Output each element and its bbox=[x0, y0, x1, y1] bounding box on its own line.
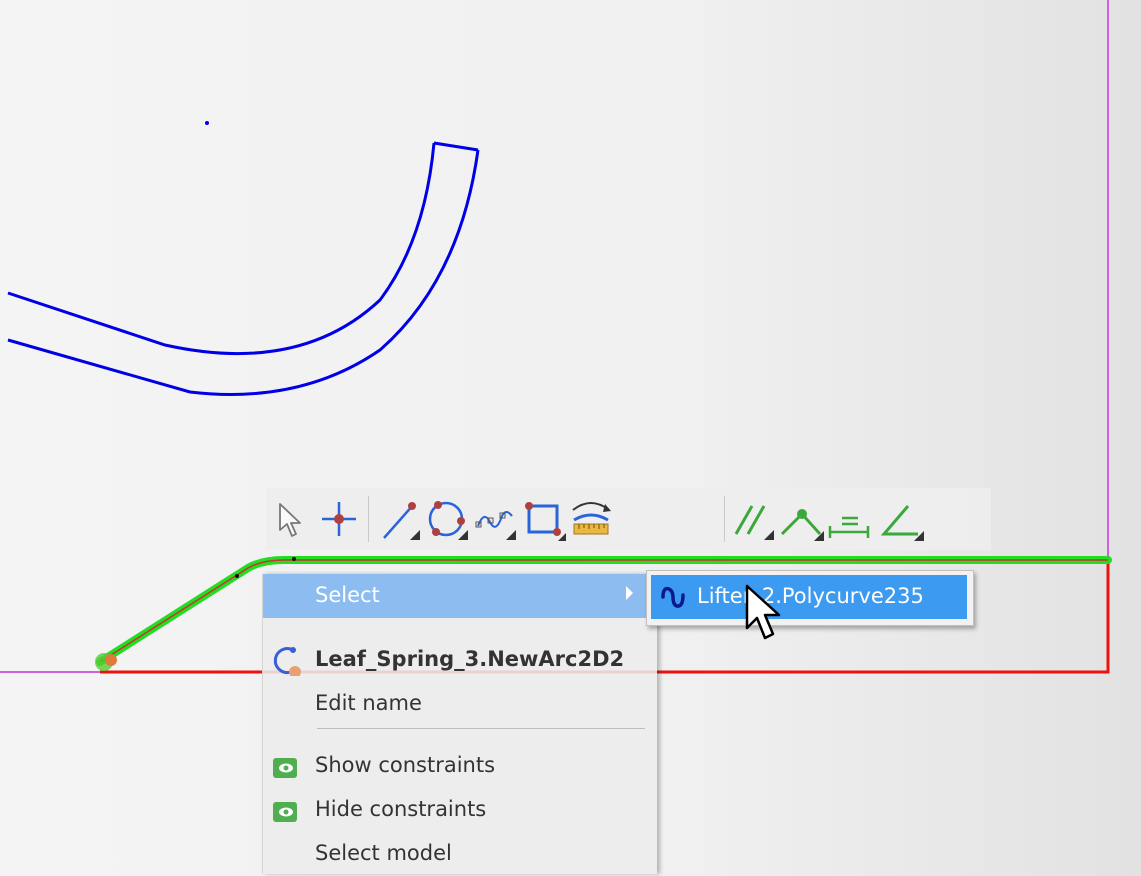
menu-item-show-constraints[interactable]: Show constraints bbox=[263, 744, 655, 788]
polycurve-vertex bbox=[292, 557, 296, 561]
mouse-cursor-icon bbox=[745, 584, 785, 646]
menu-item-arc-entity[interactable]: Leaf_Spring_3.NewArc2D2 bbox=[263, 638, 655, 682]
polycurve-icon bbox=[659, 583, 687, 611]
spline-tool-button[interactable] bbox=[472, 494, 518, 542]
equal-length-button[interactable] bbox=[826, 494, 872, 542]
parallel-constraint-icon bbox=[734, 505, 774, 540]
spline-icon bbox=[475, 511, 516, 540]
sketch-mini-toolbar bbox=[266, 488, 991, 550]
select-arrow-icon bbox=[279, 503, 301, 537]
equal-length-icon bbox=[828, 516, 870, 538]
menu-item-label: Show constraints bbox=[315, 753, 496, 777]
menu-item-label: Select model bbox=[315, 841, 452, 865]
context-menu: Select Leaf_Spring_3.NewArc2D2 Edit name… bbox=[262, 574, 657, 874]
hide-constraints-icon bbox=[269, 794, 301, 826]
menu-item-edit-name[interactable]: Edit name bbox=[263, 682, 655, 726]
polycurve-vertex bbox=[235, 574, 239, 578]
parallel-constraint-button[interactable] bbox=[730, 494, 776, 542]
dimension-icon bbox=[572, 502, 611, 535]
point-tool-button[interactable] bbox=[316, 494, 362, 542]
menu-item-hide-constraints[interactable]: Hide constraints bbox=[263, 788, 655, 832]
angle-icon bbox=[880, 505, 924, 541]
circle-icon bbox=[428, 501, 468, 540]
menu-item-label: Select bbox=[315, 583, 380, 607]
sketch-point[interactable] bbox=[205, 121, 209, 125]
circle-tool-button[interactable] bbox=[424, 494, 470, 542]
submenu-arrow-icon bbox=[626, 586, 633, 600]
menu-item-select-model[interactable]: Select model bbox=[263, 832, 655, 876]
spring-outer-curve bbox=[7, 149, 480, 396]
spring-end-cap bbox=[433, 141, 479, 152]
toolbar-separator bbox=[724, 496, 725, 542]
submenu-item-label: Lifter_2.Polycurve235 bbox=[697, 584, 924, 608]
point-icon bbox=[322, 502, 356, 536]
submenu-item-polycurve[interactable]: Lifter_2.Polycurve235 bbox=[651, 575, 967, 619]
select-tool-button[interactable] bbox=[266, 494, 312, 542]
select-submenu: Lifter_2.Polycurve235 bbox=[646, 570, 974, 626]
spring-inner-curve bbox=[7, 142, 436, 355]
line-icon bbox=[383, 502, 420, 540]
menu-item-select[interactable]: Select bbox=[263, 574, 655, 618]
menu-item-label: Leaf_Spring_3.NewArc2D2 bbox=[315, 647, 625, 671]
menu-separator bbox=[317, 728, 645, 729]
rectangle-tool-button[interactable] bbox=[520, 494, 566, 542]
menu-item-label: Edit name bbox=[315, 691, 422, 715]
corner-constraint-button[interactable] bbox=[778, 494, 824, 542]
toolbar-separator bbox=[368, 496, 369, 542]
arc-icon bbox=[269, 644, 301, 676]
arc-endpoint-marker[interactable] bbox=[105, 654, 117, 666]
show-constraints-icon bbox=[269, 750, 301, 782]
line-tool-button[interactable] bbox=[376, 494, 422, 542]
angle-constraint-button[interactable] bbox=[878, 494, 924, 542]
corner-icon bbox=[780, 509, 824, 541]
rectangle-icon bbox=[525, 502, 566, 541]
menu-item-label: Hide constraints bbox=[315, 797, 487, 821]
leaf-spring-profile[interactable] bbox=[7, 141, 480, 396]
dimension-tool-button[interactable] bbox=[568, 494, 614, 542]
